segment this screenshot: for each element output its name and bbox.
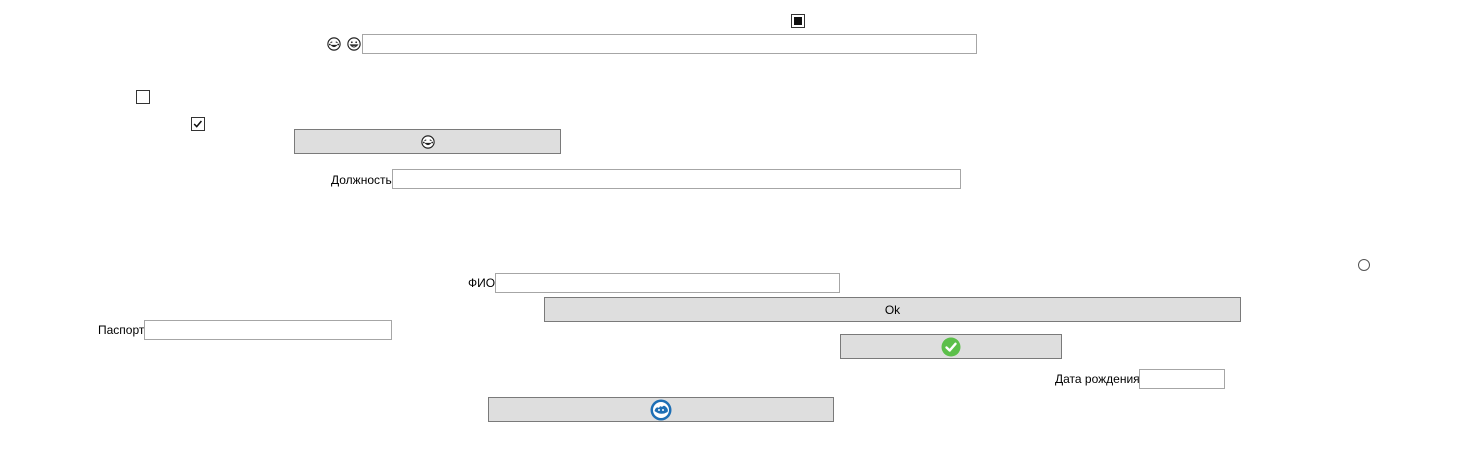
laughing-face-icon [327,37,341,54]
grinning-face-icon [347,37,361,54]
blue-icon-button[interactable] [488,397,834,422]
fio-field[interactable] [495,273,840,293]
position-field[interactable] [392,169,961,189]
top-text-input[interactable] [362,34,977,54]
green-check-icon [941,337,961,357]
blue-round-icon [650,399,672,421]
checkmark-icon [193,120,203,128]
confirm-button[interactable] [840,334,1062,359]
birth-date-field[interactable] [1139,369,1225,389]
emoji-button[interactable] [294,129,561,154]
indeterminate-mark [794,17,802,25]
radio-button[interactable] [1358,259,1370,271]
position-label: Должность [331,173,392,187]
fio-label: ФИО [468,276,496,290]
passport-field[interactable] [144,320,392,340]
checkbox-1[interactable] [136,90,150,104]
passport-label: Паспорт [98,323,145,337]
laughing-face-icon [420,134,435,149]
top-checkbox[interactable] [791,14,805,28]
checkbox-2[interactable] [191,117,205,131]
birth-date-label: Дата рождения [1055,372,1140,386]
ok-button[interactable]: Ok [544,297,1241,322]
